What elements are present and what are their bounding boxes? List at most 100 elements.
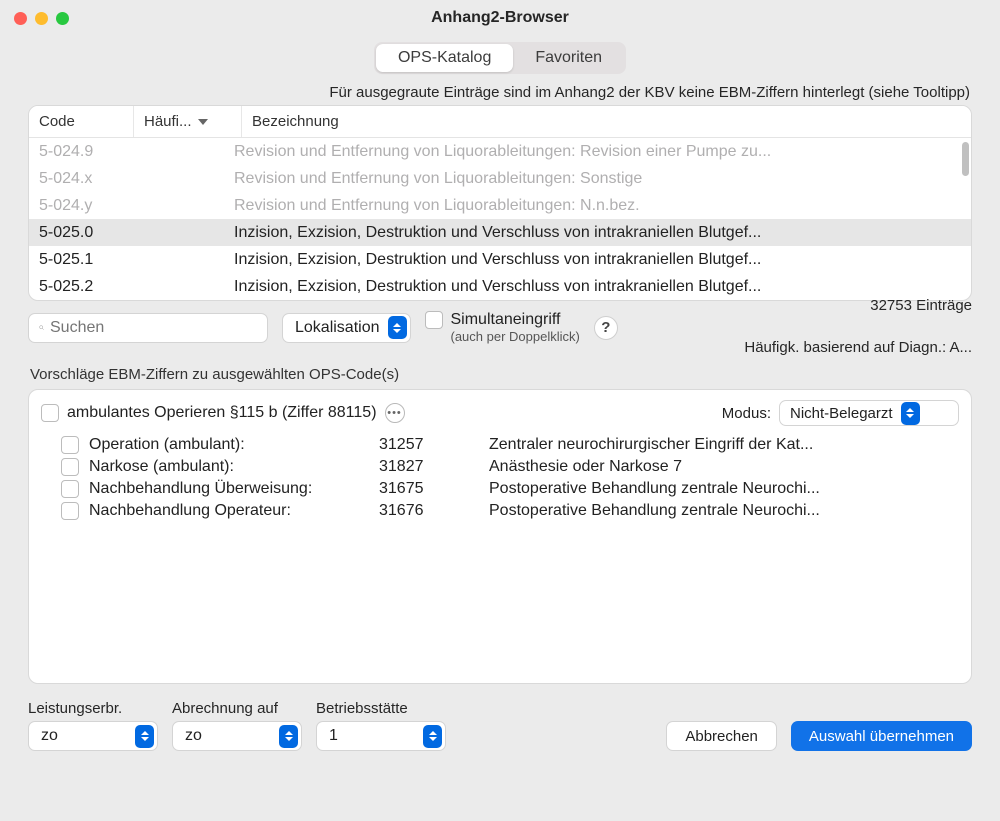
- leistungserbr-value: zo: [41, 727, 58, 745]
- window-title: Anhang2-Browser: [0, 9, 1000, 27]
- cell-bez: Revision und Entfernung von Liquorableit…: [234, 170, 961, 188]
- ebm-panel-head: ambulantes Operieren §115 b (Ziffer 8811…: [41, 400, 959, 426]
- ebm-checkbox[interactable]: [61, 502, 79, 520]
- entry-count: 32753 Einträge: [744, 297, 972, 315]
- amb-op-title: ambulantes Operieren §115 b (Ziffer 8811…: [67, 404, 377, 422]
- betriebsstaette-col: Betriebsstätte 1: [316, 700, 446, 751]
- ebm-code: 31676: [379, 502, 479, 520]
- ebm-row[interactable]: Narkose (ambulant): 31827 Anästhesie ode…: [41, 456, 959, 478]
- tab-favoriten[interactable]: Favoriten: [513, 44, 624, 72]
- leistungserbr-select[interactable]: zo: [28, 721, 158, 751]
- close-icon[interactable]: [14, 12, 27, 25]
- ebm-row[interactable]: Nachbehandlung Überweisung: 31675 Postop…: [41, 478, 959, 500]
- modus-label: Modus:: [722, 405, 771, 422]
- ebm-label: Narkose (ambulant):: [89, 458, 369, 476]
- window: Anhang2-Browser OPS-Katalog Favoriten Fü…: [0, 0, 1000, 821]
- search-icon: [39, 320, 44, 335]
- cell-bez: Inzision, Exzision, Destruktion und Vers…: [234, 224, 961, 242]
- titlebar: Anhang2-Browser: [0, 0, 1000, 36]
- ebm-desc: Anästhesie oder Narkose 7: [489, 458, 959, 476]
- simultaneingriff-label: Simultaneingriff: [451, 311, 561, 329]
- cell-code: 5-025.1: [39, 251, 234, 269]
- lokalisation-select[interactable]: Lokalisation: [282, 313, 411, 343]
- tab-ops-katalog[interactable]: OPS-Katalog: [376, 44, 513, 72]
- ebm-panel: ambulantes Operieren §115 b (Ziffer 8811…: [28, 389, 972, 684]
- stepper-icon: [388, 316, 407, 339]
- stepper-icon: [901, 402, 920, 425]
- table-meta: 32753 Einträge Häufigk. basierend auf Di…: [744, 297, 972, 357]
- table-scrollbar[interactable]: [962, 142, 969, 176]
- lokalisation-label: Lokalisation: [295, 319, 380, 337]
- ebm-code: 31827: [379, 458, 479, 476]
- stepper-icon: [423, 725, 442, 748]
- leistungserbr-label: Leistungserbr.: [28, 700, 158, 717]
- content: OPS-Katalog Favoriten Für ausgegraute Ei…: [0, 36, 1000, 821]
- betriebsstaette-value: 1: [329, 727, 338, 745]
- abrechnung-label: Abrechnung auf: [172, 700, 302, 717]
- ebm-label: Nachbehandlung Überweisung:: [89, 480, 369, 498]
- search-input-field[interactable]: [50, 319, 257, 337]
- amb-op-checkbox[interactable]: [41, 404, 59, 422]
- col-bezeichnung[interactable]: Bezeichnung: [242, 106, 971, 137]
- ebm-desc: Zentraler neurochirurgischer Eingriff de…: [489, 436, 959, 454]
- minimize-icon[interactable]: [35, 12, 48, 25]
- help-button[interactable]: ?: [594, 316, 618, 340]
- abrechnung-select[interactable]: zo: [172, 721, 302, 751]
- ebm-desc: Postoperative Behandlung zentrale Neuroc…: [489, 502, 959, 520]
- simultaneingriff-sub: (auch per Doppelklick): [451, 329, 580, 344]
- cell-code: 5-024.9: [39, 143, 234, 161]
- ebm-checkbox[interactable]: [61, 480, 79, 498]
- cell-code: 5-024.x: [39, 170, 234, 188]
- table-row[interactable]: 5-025.1 Inzision, Exzision, Destruktion …: [29, 246, 971, 273]
- ebm-code: 31257: [379, 436, 479, 454]
- apply-button[interactable]: Auswahl übernehmen: [791, 721, 972, 751]
- table-header: Code Häufi... Bezeichnung: [29, 106, 971, 138]
- cell-code: 5-024.y: [39, 197, 234, 215]
- stepper-icon: [279, 725, 298, 748]
- simultaneingriff-checkbox[interactable]: [425, 311, 443, 329]
- segmented-control: OPS-Katalog Favoriten: [374, 42, 626, 74]
- cell-bez: Inzision, Exzision, Destruktion und Vers…: [234, 251, 961, 269]
- ebm-label: Operation (ambulant):: [89, 436, 369, 454]
- ebm-row[interactable]: Operation (ambulant): 31257 Zentraler ne…: [41, 434, 959, 456]
- ebm-checkbox[interactable]: [61, 436, 79, 454]
- ebm-label: Nachbehandlung Operateur:: [89, 502, 369, 520]
- leistungserbr-col: Leistungserbr. zo: [28, 700, 158, 751]
- table-row[interactable]: 5-024.y Revision und Entfernung von Liqu…: [29, 192, 971, 219]
- modus-value: Nicht-Belegarzt: [790, 405, 893, 422]
- table-row[interactable]: 5-024.9 Revision und Entfernung von Liqu…: [29, 138, 971, 165]
- chevron-down-icon: [198, 119, 208, 125]
- modus-block: Modus: Nicht-Belegarzt: [722, 400, 959, 426]
- abrechnung-value: zo: [185, 727, 202, 745]
- col-haeufigkeit-label: Häufi...: [144, 113, 192, 130]
- cell-code: 5-025.0: [39, 224, 234, 242]
- cell-bez: Revision und Entfernung von Liquorableit…: [234, 143, 961, 161]
- simultaneingriff-block: Simultaneingriff (auch per Doppelklick): [425, 311, 580, 344]
- col-code[interactable]: Code: [29, 106, 134, 137]
- search-row: Lokalisation Simultaneingriff (auch per …: [28, 311, 972, 344]
- search-input[interactable]: [28, 313, 268, 343]
- cell-bez: Inzision, Exzision, Destruktion und Vers…: [234, 278, 961, 296]
- cell-code: 5-025.2: [39, 278, 234, 296]
- table-row[interactable]: 5-024.x Revision und Entfernung von Liqu…: [29, 165, 971, 192]
- table-row[interactable]: 5-025.0 Inzision, Exzision, Destruktion …: [29, 219, 971, 246]
- more-icon[interactable]: •••: [385, 403, 405, 423]
- ebm-subheader: Vorschläge EBM-Ziffern zu ausgewählten O…: [30, 366, 972, 383]
- betriebsstaette-label: Betriebsstätte: [316, 700, 446, 717]
- ebm-row[interactable]: Nachbehandlung Operateur: 31676 Postoper…: [41, 500, 959, 522]
- modus-select[interactable]: Nicht-Belegarzt: [779, 400, 959, 426]
- ebm-checkbox[interactable]: [61, 458, 79, 476]
- table-row[interactable]: 5-025.2 Inzision, Exzision, Destruktion …: [29, 273, 971, 300]
- zoom-icon[interactable]: [56, 12, 69, 25]
- cancel-button[interactable]: Abbrechen: [666, 721, 777, 751]
- freq-basis: Häufigk. basierend auf Diagn.: A...: [744, 339, 972, 357]
- footer: Leistungserbr. zo Abrechnung auf zo: [28, 700, 972, 751]
- stepper-icon: [135, 725, 154, 748]
- grey-entries-hint: Für ausgegraute Einträge sind im Anhang2…: [28, 84, 972, 101]
- ebm-code: 31675: [379, 480, 479, 498]
- traffic-lights: [14, 12, 69, 25]
- col-haeufigkeit[interactable]: Häufi...: [134, 106, 242, 137]
- betriebsstaette-select[interactable]: 1: [316, 721, 446, 751]
- ebm-desc: Postoperative Behandlung zentrale Neuroc…: [489, 480, 959, 498]
- cell-bez: Revision und Entfernung von Liquorableit…: [234, 197, 961, 215]
